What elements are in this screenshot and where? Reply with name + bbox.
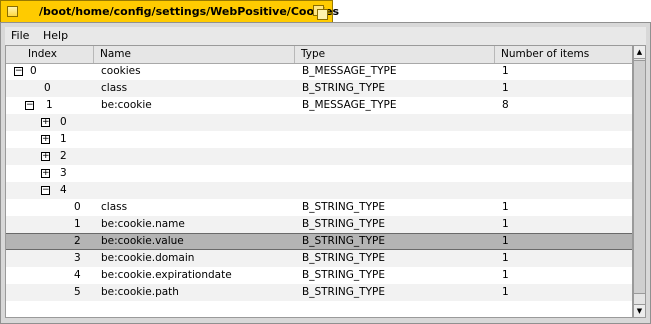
table-row[interactable]: +0 bbox=[6, 114, 632, 131]
expand-icon[interactable]: + bbox=[41, 152, 50, 161]
cell-name: class bbox=[101, 201, 128, 213]
cell-name: be:cookie.domain bbox=[101, 252, 195, 264]
cell-type: B_STRING_TYPE bbox=[302, 235, 385, 247]
table-row[interactable]: +3 bbox=[6, 165, 632, 182]
cell-index: 0 bbox=[74, 201, 81, 213]
cell-count: 1 bbox=[502, 252, 509, 264]
cell-type: B_MESSAGE_TYPE bbox=[302, 99, 397, 111]
cell-index: 3 bbox=[74, 252, 81, 264]
cell-count: 1 bbox=[502, 65, 509, 77]
cell-name: be:cookie.expirationdate bbox=[101, 269, 232, 281]
cell-count: 1 bbox=[502, 269, 509, 281]
table-row[interactable]: +2 bbox=[6, 148, 632, 165]
table-row[interactable]: +1 bbox=[6, 131, 632, 148]
cell-type: B_STRING_TYPE bbox=[302, 252, 385, 264]
zoom-box-icon[interactable] bbox=[313, 5, 328, 20]
cell-name: be:cookie.path bbox=[101, 286, 179, 298]
cell-count: 1 bbox=[502, 201, 509, 213]
cell-index: 4 bbox=[60, 184, 67, 196]
column-header-index[interactable]: Index bbox=[6, 46, 94, 63]
cell-index: 5 bbox=[74, 286, 81, 298]
table-row[interactable]: 3 be:cookie.domain B_STRING_TYPE 1 bbox=[6, 250, 632, 267]
cell-name: class bbox=[101, 82, 128, 94]
table-row[interactable]: 5 be:cookie.path B_STRING_TYPE 1 bbox=[6, 284, 632, 301]
list-header: Index Name Type Number of items bbox=[6, 46, 632, 64]
table-row[interactable]: 0 class B_STRING_TYPE 1 bbox=[6, 199, 632, 216]
collapse-icon[interactable]: − bbox=[14, 67, 23, 76]
table-row[interactable]: 4 be:cookie.expirationdate B_STRING_TYPE 1 bbox=[6, 267, 632, 284]
cell-name: be:cookie.value bbox=[101, 235, 184, 247]
menu-file[interactable]: File bbox=[11, 29, 29, 42]
table-row[interactable]: −4 bbox=[6, 182, 632, 199]
expand-icon[interactable]: + bbox=[41, 169, 50, 178]
cell-count: 1 bbox=[502, 82, 509, 94]
collapse-icon[interactable]: − bbox=[25, 101, 34, 110]
cell-name: be:cookie bbox=[101, 99, 152, 111]
cell-index: 2 bbox=[60, 150, 67, 162]
expand-icon[interactable]: + bbox=[41, 118, 50, 127]
cell-index: 1 bbox=[46, 99, 53, 111]
cell-index: 0 bbox=[30, 65, 37, 77]
cell-name: be:cookie.name bbox=[101, 218, 185, 230]
table-row[interactable]: 2 be:cookie.value B_STRING_TYPE 1 bbox=[6, 233, 632, 250]
resize-handle[interactable] bbox=[633, 318, 646, 324]
cell-count: 8 bbox=[502, 99, 509, 111]
cell-type: B_STRING_TYPE bbox=[302, 286, 385, 298]
cell-type: B_STRING_TYPE bbox=[302, 201, 385, 213]
menu-help[interactable]: Help bbox=[43, 29, 68, 42]
collapse-icon[interactable]: − bbox=[41, 186, 50, 195]
column-header-type[interactable]: Type bbox=[295, 46, 495, 63]
column-header-name[interactable]: Name bbox=[94, 46, 295, 63]
window-title: /boot/home/config/settings/WebPositive/C… bbox=[39, 5, 340, 18]
message-list[interactable]: Index Name Type Number of items −0 cookie… bbox=[5, 45, 633, 318]
cell-type: B_STRING_TYPE bbox=[302, 269, 385, 281]
expand-icon[interactable]: + bbox=[41, 135, 50, 144]
cell-type: B_MESSAGE_TYPE bbox=[302, 65, 397, 77]
cell-index: 1 bbox=[60, 133, 67, 145]
cell-name: cookies bbox=[101, 65, 141, 77]
cell-index: 3 bbox=[60, 167, 67, 179]
cell-index: 2 bbox=[74, 235, 81, 247]
table-row[interactable]: −0 cookies B_MESSAGE_TYPE 1 bbox=[6, 63, 632, 80]
scrollbar-thumb[interactable] bbox=[634, 60, 645, 294]
arrow-down-icon[interactable]: ▼ bbox=[634, 304, 645, 317]
cell-index: 1 bbox=[74, 218, 81, 230]
cell-type: B_STRING_TYPE bbox=[302, 82, 385, 94]
cell-count: 1 bbox=[502, 286, 509, 298]
cell-count: 1 bbox=[502, 218, 509, 230]
cell-count: 1 bbox=[502, 235, 509, 247]
cell-index: 4 bbox=[74, 269, 81, 281]
cell-index: 0 bbox=[60, 116, 67, 128]
table-row[interactable]: − 1 be:cookie B_MESSAGE_TYPE 8 bbox=[6, 97, 632, 114]
window: File Help Index Name Type Number of item… bbox=[0, 22, 651, 324]
close-box-icon[interactable] bbox=[7, 6, 18, 17]
column-header-count[interactable]: Number of items bbox=[495, 46, 632, 63]
cell-type: B_STRING_TYPE bbox=[302, 218, 385, 230]
table-row[interactable]: 0 class B_STRING_TYPE 1 bbox=[6, 80, 632, 97]
window-tab[interactable]: /boot/home/config/settings/WebPositive/C… bbox=[0, 0, 339, 22]
menu-bar: File Help bbox=[5, 27, 646, 46]
arrow-up-icon[interactable]: ▲ bbox=[634, 46, 645, 59]
vertical-scrollbar[interactable]: ▲ ▼ bbox=[633, 45, 646, 318]
table-row[interactable]: 1 be:cookie.name B_STRING_TYPE 1 bbox=[6, 216, 632, 233]
cell-index: 0 bbox=[44, 82, 51, 94]
